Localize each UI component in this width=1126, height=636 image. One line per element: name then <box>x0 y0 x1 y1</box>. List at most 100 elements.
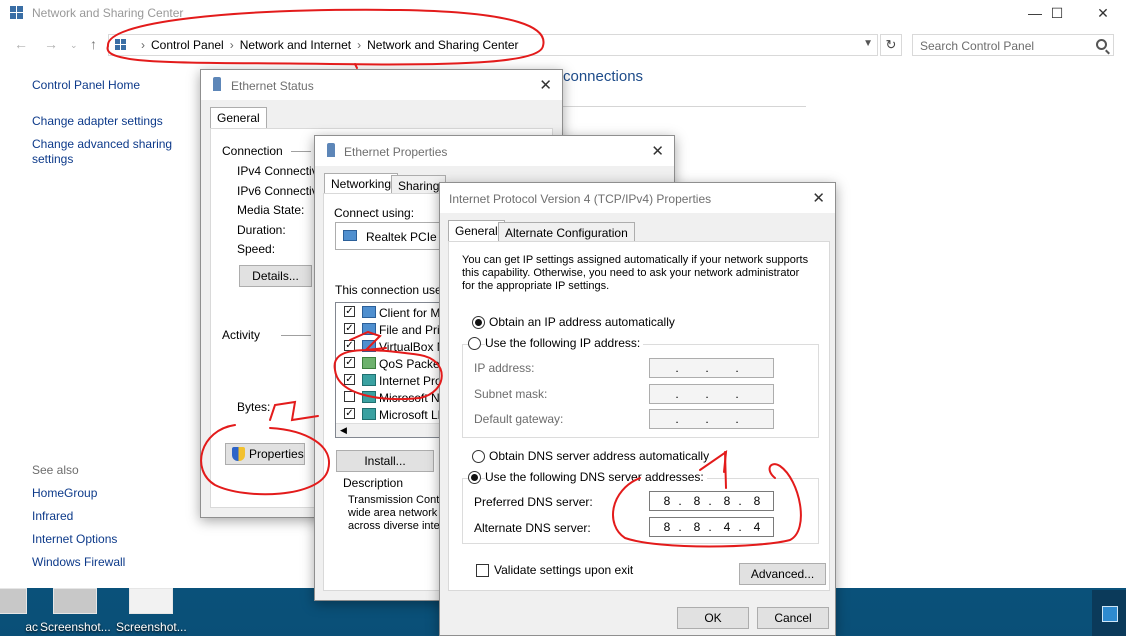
sidebar-item-windows-firewall[interactable]: Windows Firewall <box>32 555 125 570</box>
component-checkbox[interactable]: ✓ <box>344 306 355 317</box>
taskbar-tray <box>1092 590 1126 636</box>
chevron-down-icon[interactable]: ▼ <box>863 38 873 49</box>
components-list[interactable]: ✓ Client for Micr ✓ File and Printe ✓ Virtu… <box>335 302 440 438</box>
list-item[interactable]: ✓ Client for Micr <box>336 304 439 321</box>
field-label: IPv6 Connectivit <box>237 184 324 198</box>
component-checkbox[interactable]: ✓ <box>344 323 355 334</box>
sidebar-item-infrared[interactable]: Infrared <box>32 509 73 524</box>
sidebar-item-control-panel-home[interactable]: Control Panel Home <box>32 78 140 93</box>
recent-chevron-icon[interactable]: ⌄ <box>70 40 78 51</box>
description-label: Description <box>343 476 404 490</box>
dns-octet: 8 <box>753 494 761 508</box>
adapter-name: Realtek PCIe G <box>366 230 450 244</box>
intro-text: this capability. Otherwise, you need to … <box>462 267 800 279</box>
horizontal-scrollbar[interactable]: ◀ <box>336 423 439 437</box>
validate-checkbox[interactable] <box>476 564 489 577</box>
driver-icon <box>362 340 376 352</box>
details-button[interactable]: Details... <box>239 265 312 287</box>
list-item[interactable]: ✓ File and Printe <box>336 321 439 338</box>
component-label: Microsoft LLD <box>379 408 439 422</box>
protocol-icon <box>362 408 376 420</box>
tab-alternate-configuration[interactable]: Alternate Configuration <box>498 222 635 242</box>
list-item[interactable]: Microsoft Net <box>336 389 439 406</box>
dns-octet: 8 <box>663 520 671 534</box>
subnet-mask-input: ... <box>649 384 774 404</box>
component-label: Internet Proto <box>379 374 439 388</box>
refresh-icon[interactable]: ↻ <box>880 34 902 56</box>
desktop-icon[interactable]: Screenshot... <box>40 588 111 634</box>
section-label: Connection <box>222 144 283 158</box>
install-button[interactable]: Install... <box>336 450 434 472</box>
protocol-icon <box>362 357 376 369</box>
field-label: Media State: <box>237 203 305 217</box>
list-item[interactable]: ✓ VirtualBox ND <box>336 338 439 355</box>
obtain-dns-auto-radio[interactable] <box>472 450 485 463</box>
field-label: Default gateway: <box>474 412 564 426</box>
sidebar-item-adapter-settings[interactable]: Change adapter settings <box>32 114 163 129</box>
close-button[interactable]: ✕ <box>1080 0 1126 28</box>
search-input[interactable]: Search Control Panel <box>912 34 1114 56</box>
adapter-field: Realtek PCIe G <box>335 222 449 250</box>
properties-button[interactable]: Properties <box>225 443 305 465</box>
network-adapter-icon <box>213 77 221 91</box>
component-label: VirtualBox ND <box>379 340 439 354</box>
list-item[interactable]: ✓ QoS Packet <box>336 355 439 372</box>
back-arrow-icon[interactable]: ← <box>14 36 28 52</box>
chevron-left-icon[interactable]: ◀ <box>340 425 347 436</box>
file-thumbnail-icon <box>0 588 27 614</box>
preferred-dns-input[interactable]: 8. 8. 8. 8 <box>649 491 774 511</box>
maximize-button[interactable]: ☐ <box>1034 0 1080 28</box>
connect-using-label: Connect using: <box>334 206 415 220</box>
dns-octet: 4 <box>753 520 761 534</box>
ok-button[interactable]: OK <box>677 607 749 629</box>
component-checkbox[interactable]: ✓ <box>344 408 355 419</box>
field-label: Preferred DNS server: <box>474 495 593 509</box>
field-label: Alternate DNS server: <box>474 521 591 535</box>
breadcrumb-network-internet[interactable]: Network and Internet <box>240 38 351 52</box>
address-bar[interactable]: › Control Panel › Network and Internet › Netw… <box>108 34 878 56</box>
component-checkbox[interactable]: ✓ <box>344 340 355 351</box>
breadcrumb-network-sharing[interactable]: Network and Sharing Center <box>367 38 518 52</box>
close-icon[interactable]: ✕ <box>651 142 664 160</box>
dialog-title-bar: Internet Protocol Version 4 (TCP/IPv4) P… <box>440 183 835 213</box>
forward-arrow-icon[interactable]: → <box>44 36 58 52</box>
search-icon[interactable] <box>1096 39 1107 50</box>
notification-icon[interactable] <box>1102 606 1118 622</box>
description-line: wide area network p <box>348 507 447 519</box>
sidebar-item-internet-options[interactable]: Internet Options <box>32 532 117 547</box>
sidebar-item-homegroup[interactable]: HomeGroup <box>32 486 97 501</box>
file-thumbnail-icon <box>53 588 97 614</box>
see-also-heading: See also <box>32 463 79 477</box>
obtain-ip-auto-radio[interactable] <box>472 316 485 329</box>
divider <box>563 106 806 107</box>
use-following-dns-radio[interactable] <box>468 471 481 484</box>
component-checkbox[interactable]: ✓ <box>344 374 355 385</box>
field-label: Bytes: <box>237 400 271 414</box>
sidebar: Control Panel Home Change adapter settin… <box>0 58 200 588</box>
list-item[interactable]: ✓ Internet Proto <box>336 372 439 389</box>
tab-general[interactable]: General <box>210 107 267 129</box>
list-item[interactable]: ✓ Microsoft LLD <box>336 406 439 423</box>
close-icon[interactable]: ✕ <box>539 76 552 94</box>
up-arrow-icon[interactable]: ↑ <box>90 36 97 52</box>
breadcrumb-control-panel[interactable]: Control Panel <box>151 38 224 52</box>
dns-octet: 8 <box>663 494 671 508</box>
window-title: Network and Sharing Center <box>32 6 184 20</box>
cancel-button[interactable]: Cancel <box>757 607 829 629</box>
alternate-dns-input[interactable]: 8. 8. 4. 4 <box>649 517 774 537</box>
component-checkbox[interactable] <box>344 391 355 402</box>
field-label: Speed: <box>237 242 276 256</box>
component-checkbox[interactable]: ✓ <box>344 357 355 368</box>
close-icon[interactable]: ✕ <box>812 189 825 207</box>
ipv4-properties-dialog: Internet Protocol Version 4 (TCP/IPv4) P… <box>439 182 836 636</box>
desktop-icon[interactable]: ac <box>0 588 40 634</box>
description-line: across diverse inter <box>348 520 444 532</box>
advanced-button[interactable]: Advanced... <box>739 563 826 585</box>
tab-networking[interactable]: Networking <box>324 173 399 195</box>
desktop-icon[interactable]: Screenshot... <box>116 588 187 634</box>
sidebar-item-sharing-settings[interactable]: Change advanced sharing settings <box>32 137 182 167</box>
use-following-ip-radio[interactable] <box>468 337 481 350</box>
section-label: Activity <box>222 328 261 342</box>
protocol-icon <box>362 391 376 403</box>
tab-general[interactable]: General <box>448 220 505 242</box>
